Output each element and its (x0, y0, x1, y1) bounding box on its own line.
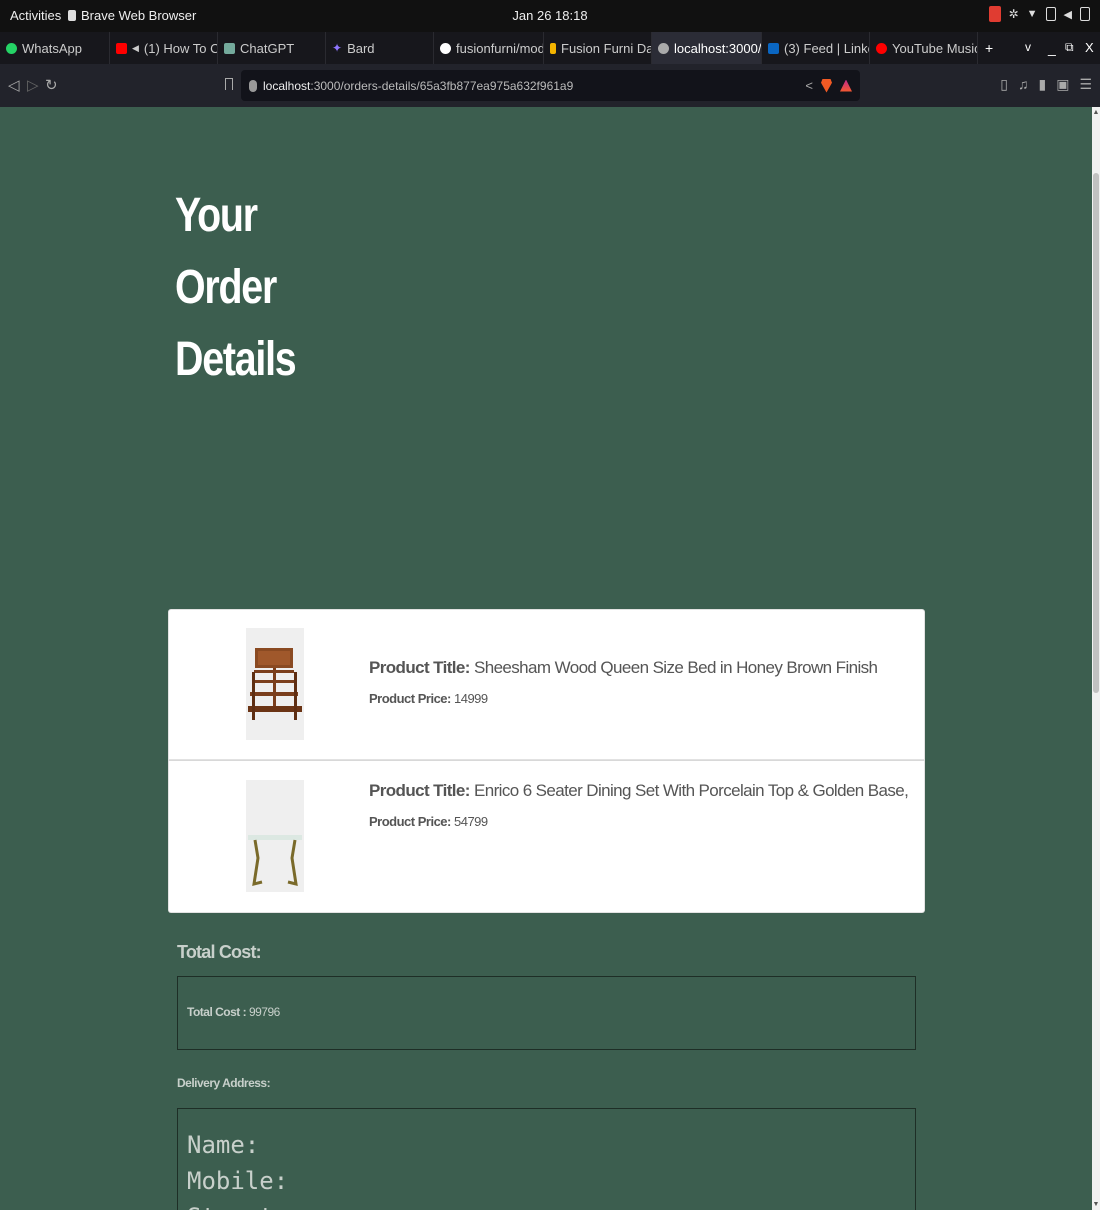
extensions-icon[interactable]: ▣ (1056, 76, 1069, 93)
tab-youtube-video[interactable]: ◀ (1) How To Create F (110, 32, 218, 64)
tab-label: Bard (347, 40, 375, 56)
screen-record-icon[interactable] (988, 6, 1001, 22)
product-price-label: Product Price: (369, 814, 451, 829)
brave-rewards-icon[interactable] (840, 79, 852, 92)
github-icon (440, 42, 451, 54)
order-list: Product Title: Sheesham Wood Queen Size … (168, 609, 925, 913)
page-scrollbar[interactable]: ▲ ▼ (1092, 107, 1100, 1210)
tab-label: (1) How To Create F (143, 40, 217, 56)
battery-icon (1080, 7, 1090, 21)
page-title: Your Order Details (175, 189, 297, 386)
system-tray[interactable]: ✲ ▼ ◀ (988, 6, 1090, 22)
brave-app-icon (68, 10, 76, 21)
bluetooth-icon (1045, 7, 1056, 21)
restore-button[interactable]: ⧉ (1065, 40, 1074, 55)
total-cost-box: Total Cost : 99796 (177, 976, 916, 1050)
linkedin-icon (768, 42, 779, 54)
wallet-icon[interactable]: ▯ (1000, 76, 1008, 93)
dining-set-image (246, 780, 304, 892)
globe-icon (658, 42, 669, 54)
scroll-thumb[interactable] (1093, 173, 1099, 693)
order-details: Product Title: Enrico 6 Seater Dining Se… (369, 781, 909, 829)
tab-label: YouTube Music (892, 40, 978, 56)
tab-linkedin[interactable]: (3) Feed | LinkedIn (762, 32, 870, 64)
brightness-icon: ✲ (1008, 7, 1019, 21)
scroll-down-arrow[interactable]: ▼ (1092, 1201, 1100, 1208)
tab-label: (3) Feed | LinkedIn (784, 40, 869, 56)
tab-label: ChatGPT (240, 40, 295, 56)
system-top-bar: Activities Brave Web Browser Jan 26 18:1… (0, 0, 1100, 32)
delivery-address-field[interactable]: Name: Mobile: Street: (177, 1108, 916, 1210)
order-item[interactable]: Product Title: Sheesham Wood Queen Size … (168, 609, 925, 760)
tab-youtube-music[interactable]: YouTube Music (870, 32, 978, 64)
new-tab-button[interactable]: + (985, 40, 993, 56)
tab-fusion-dashboard[interactable]: Fusion Furni Dashboa (544, 32, 652, 64)
total-cost-label: Total Cost : (187, 1005, 247, 1019)
volume-icon: ◀ (1063, 8, 1072, 21)
product-price-label: Product Price: (369, 691, 451, 706)
whatsapp-icon (6, 42, 17, 54)
minimize-button[interactable]: _ (1048, 40, 1056, 56)
app-name: Brave Web Browser (81, 8, 197, 23)
order-details: Product Title: Sheesham Wood Queen Size … (369, 658, 878, 706)
share-icon[interactable]: < (805, 78, 813, 93)
tab-localhost[interactable]: localhost:3000/or x (652, 32, 762, 64)
product-title: Sheesham Wood Queen Size Bed in Honey Br… (473, 658, 878, 677)
tab-whatsapp[interactable]: WhatsApp (0, 32, 110, 64)
site-info-icon[interactable] (249, 79, 257, 92)
tab-bard[interactable]: ✦ Bard (326, 32, 434, 64)
tab-label: WhatsApp (22, 40, 82, 56)
bookmark-icon[interactable] (225, 78, 233, 90)
chatgpt-icon (224, 42, 235, 54)
tab-chatgpt[interactable]: ChatGPT (218, 32, 326, 64)
bed-image (246, 628, 304, 740)
tab-label: Fusion Furni Dashboa (561, 40, 651, 56)
youtube-icon (116, 42, 127, 54)
dashboard-icon (550, 42, 556, 54)
address-name-line: Name: (187, 1131, 260, 1159)
delivery-address-label: Delivery Address: (177, 1076, 271, 1090)
order-item[interactable]: Product Title: Enrico 6 Seater Dining Se… (168, 760, 925, 913)
forward-icon[interactable]: ▷ (27, 76, 39, 94)
activities-button[interactable]: Activities (10, 8, 61, 23)
url-bar[interactable]: localhost:3000/orders-details/65a3fb877e… (241, 70, 860, 101)
app-menu[interactable]: Brave Web Browser (68, 8, 196, 23)
youtube-music-icon (876, 42, 887, 54)
product-title: Enrico 6 Seater Dining Set With Porcelai… (473, 781, 909, 800)
product-title-label: Product Title: (369, 658, 470, 677)
tab-label: fusionfurni/models at (456, 40, 544, 56)
tab-strip: WhatsApp ◀ (1) How To Create F ChatGPT ✦… (0, 32, 1100, 64)
media-icon[interactable]: ♫ (1018, 76, 1029, 93)
back-icon[interactable]: ◁ (8, 76, 20, 94)
brave-shields-icon[interactable] (821, 78, 832, 93)
tab-label: localhost:3000/or (674, 40, 762, 56)
speaker-icon: ◀ (132, 42, 139, 53)
reload-icon[interactable]: ↻ (45, 76, 58, 94)
menu-icon[interactable]: ☰ (1079, 76, 1092, 93)
product-price: 54799 (453, 814, 488, 829)
scroll-up-arrow[interactable]: ▲ (1092, 109, 1100, 116)
sidebar-icon[interactable]: ▮ (1038, 76, 1046, 93)
total-cost-value: 99796 (248, 1005, 280, 1019)
product-title-label: Product Title: (369, 781, 470, 800)
address-mobile-line: Mobile: (187, 1167, 289, 1195)
close-window-button[interactable]: X (1085, 40, 1094, 55)
url-text: localhost:3000/orders-details/65a3fb877e… (263, 78, 574, 93)
bard-sparkle-icon: ✦ (332, 41, 343, 55)
tab-github[interactable]: fusionfurni/models at (434, 32, 544, 64)
page-viewport: Your Order Details Product Title: Sheesh… (0, 107, 1092, 1210)
network-icon: ▼ (1026, 8, 1038, 20)
product-price: 14999 (453, 691, 488, 706)
address-street-line: Street: (187, 1199, 915, 1210)
navigation-bar: ◁ ▷ ↻ localhost:3000/orders-details/65a3… (0, 64, 1100, 107)
total-cost-heading: Total Cost: (177, 942, 262, 962)
tab-list-button[interactable]: v (1025, 40, 1031, 54)
